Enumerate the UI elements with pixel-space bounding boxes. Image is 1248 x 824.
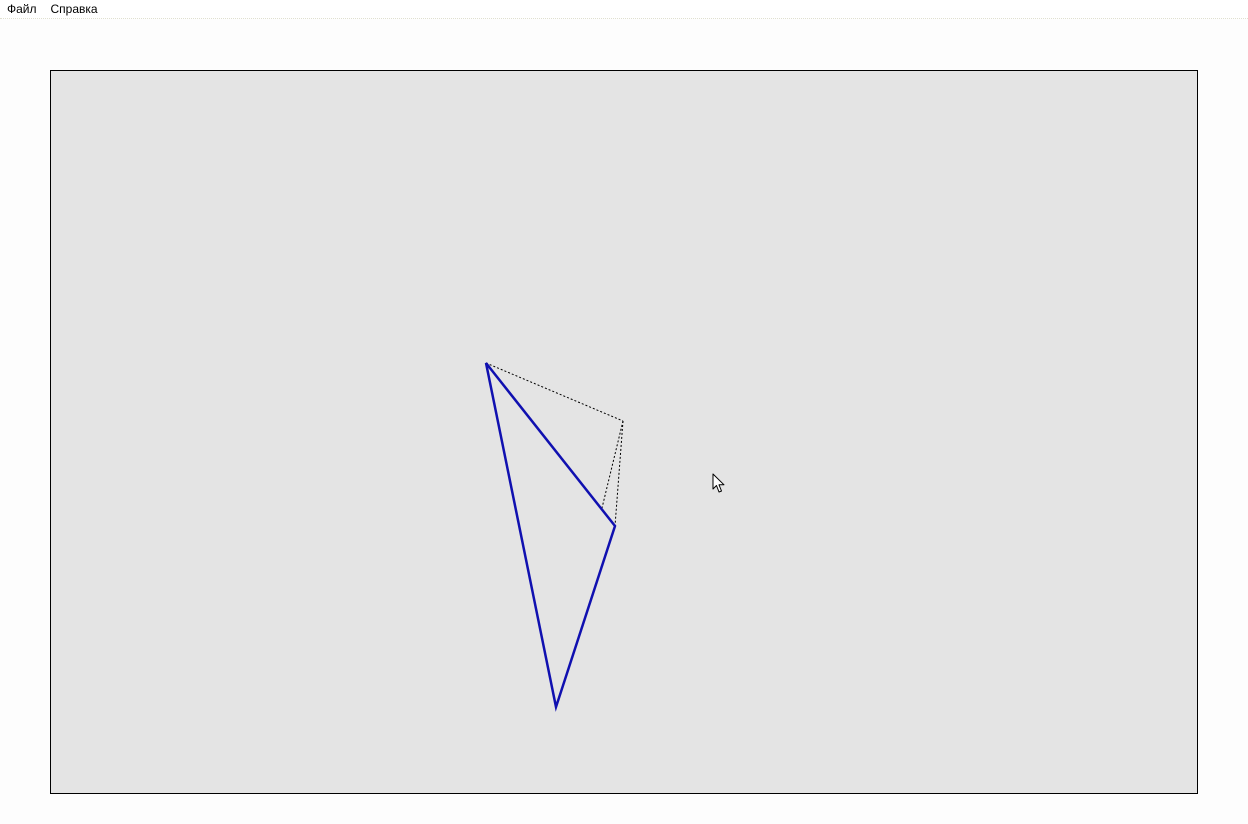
drawing-canvas[interactable] bbox=[50, 70, 1198, 794]
app-window: Файл Справка bbox=[0, 0, 1248, 824]
guide-dashed-line-inner bbox=[601, 420, 624, 509]
arrow-cursor-icon bbox=[712, 473, 725, 493]
blue-triangle[interactable] bbox=[484, 362, 617, 712]
menu-file[interactable]: Файл bbox=[0, 0, 44, 19]
menu-bar: Файл Справка bbox=[0, 0, 1248, 19]
menu-help[interactable]: Справка bbox=[44, 0, 105, 19]
drawing-surface bbox=[484, 362, 624, 712]
guide-dashed-line-top bbox=[485, 362, 624, 422]
